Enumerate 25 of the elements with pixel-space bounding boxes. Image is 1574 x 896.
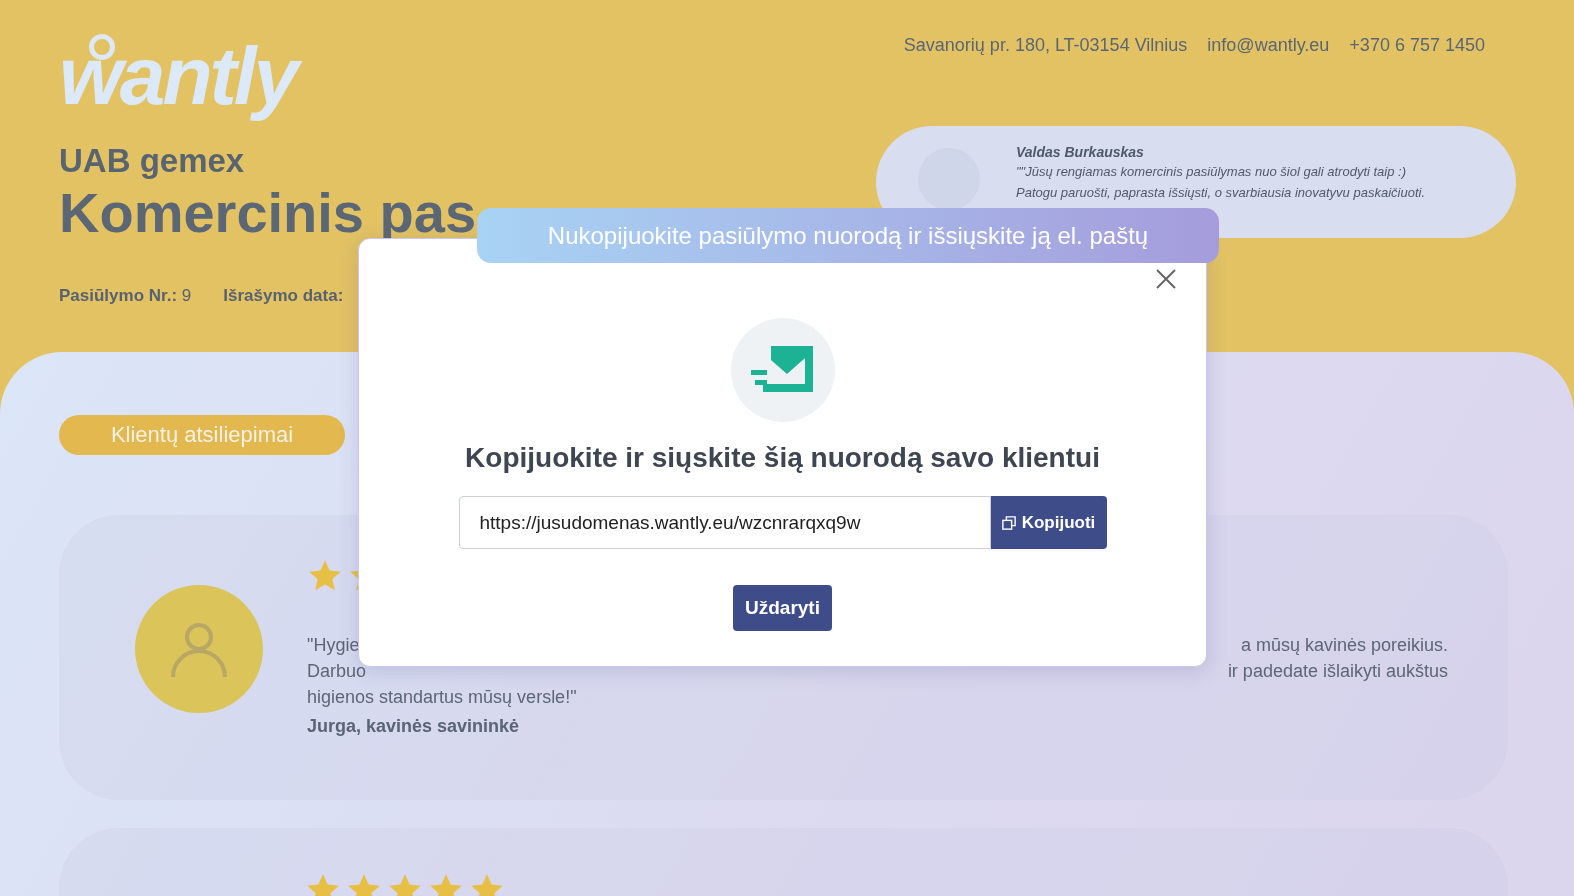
meta-field: Išrašymo data: bbox=[223, 286, 344, 306]
info-banner: Nukopijuokite pasiūlymo nuorodą ir išsiųskite ją el. paštų bbox=[477, 208, 1219, 263]
company-name: UAB gemex bbox=[59, 142, 246, 180]
dialog-heading: Kopijuokite ir siųskite šią nuorodą savo klientui bbox=[465, 442, 1100, 474]
link-field[interactable]: https://jusudomenas.wantly.eu/wzcnrarqxq9w bbox=[458, 496, 991, 549]
close-icon[interactable] bbox=[1154, 267, 1178, 291]
review-author: Jurga, kavinės savininkė bbox=[307, 716, 521, 737]
contact-info: Savanorių pr. 180, LT-03154 Vilnius bbox=[903, 35, 1188, 56]
copy-icon bbox=[1001, 515, 1016, 530]
copy-button[interactable]: Kopijuoti bbox=[990, 496, 1107, 549]
close-button[interactable]: Uždaryti bbox=[733, 585, 832, 631]
agent-quote: ""Jūsų rengiamas komercinis pasiūlymas nuo šiol gali atrodyti taip :) bbox=[1016, 163, 1407, 181]
review-text: Darbuo bbox=[307, 660, 367, 683]
review-text: "Hygie bbox=[307, 634, 360, 657]
agent-name: Valdas Burkauskas bbox=[1016, 144, 1145, 160]
review-text: ir padedate išlaikyti aukštus bbox=[1227, 660, 1448, 683]
review-text: higienos standartus mūsų versle!" bbox=[307, 686, 577, 709]
contact-info: info@wantly.eu bbox=[1207, 35, 1330, 56]
contact-info: +370 6 757 1450 bbox=[1349, 35, 1485, 56]
meta-field: Pasiūlymo Nr.: 9 bbox=[59, 286, 192, 306]
agent-quote: Patogu paruošti, paprasta išsiųsti, o svarbiausia inovatyvu paskaičiuoti. bbox=[1016, 184, 1425, 202]
wantly-logo: wantly bbox=[59, 30, 477, 122]
page-title: Komercinis pas bbox=[59, 188, 477, 238]
review-text: a mūsų kavinės poreikius. bbox=[1240, 634, 1448, 657]
person-icon bbox=[171, 623, 227, 678]
